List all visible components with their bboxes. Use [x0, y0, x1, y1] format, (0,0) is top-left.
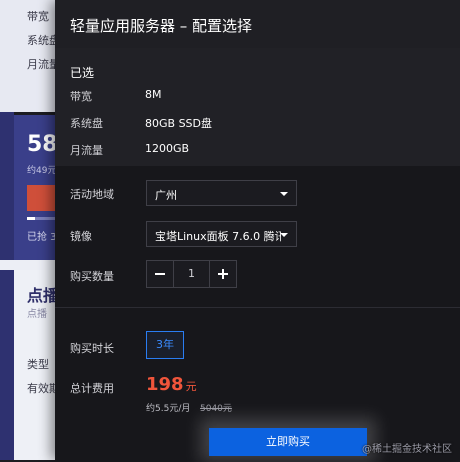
- chevron-down-icon: [280, 233, 288, 237]
- quantity-input[interactable]: 1: [173, 261, 210, 287]
- background-offer-price: 58: [27, 132, 58, 157]
- minus-icon[interactable]: [147, 261, 174, 287]
- monthly-price: 约5.5元/月: [146, 404, 191, 414]
- buy-now-button[interactable]: 立即购买: [209, 428, 367, 456]
- dialog-header: 轻量应用服务器 – 配置选择: [55, 0, 460, 48]
- dialog-title: 轻量应用服务器 – 配置选择: [70, 17, 253, 35]
- chevron-down-icon: [280, 192, 288, 196]
- spec-disk-value: 80GB SSD盘: [145, 117, 212, 130]
- watermark: @稀土掘金技术社区: [362, 444, 452, 455]
- image-label: 镜像: [70, 230, 92, 243]
- spec-bandwidth-label: 带宽: [70, 90, 92, 103]
- original-price: 5040元: [200, 404, 232, 414]
- selected-heading: 已选: [70, 66, 95, 80]
- spec-disk-label: 系统盘: [70, 117, 103, 130]
- image-select-value: 宝塔Linux面板 7.6.0 腾讯云专享版: [155, 230, 281, 243]
- total-price-amount: 198: [146, 374, 184, 395]
- config-dialog: 轻量应用服务器 – 配置选择 已选 带宽 8M 系统盘 80GB SSD盘 月流…: [55, 0, 460, 462]
- background-offer-subprice: 约49元: [27, 166, 57, 176]
- quantity-stepper: 1: [146, 260, 237, 288]
- region-label: 活动地域: [70, 188, 114, 201]
- selected-config-section: [55, 48, 460, 166]
- spec-traffic-value: 1200GB: [145, 142, 190, 155]
- duration-label: 购买时长: [70, 342, 114, 355]
- quantity-label: 购买数量: [70, 270, 114, 283]
- section-divider: [55, 307, 460, 308]
- region-select-value: 广州: [155, 189, 177, 202]
- background-vod-subtitle: 点播: [27, 309, 47, 320]
- background-sold-text: 已抢 3: [27, 232, 57, 243]
- total-price: 198 元: [146, 374, 197, 395]
- region-select[interactable]: 广州: [146, 180, 297, 206]
- spec-bandwidth-value: 8M: [145, 88, 162, 101]
- plus-icon[interactable]: [209, 261, 236, 287]
- background-spec-label: 带宽: [27, 10, 49, 23]
- total-label: 总计费用: [70, 382, 114, 395]
- image-select[interactable]: 宝塔Linux面板 7.6.0 腾讯云专享版: [146, 221, 297, 247]
- total-price-unit: 元: [185, 380, 197, 393]
- spec-traffic-label: 月流量: [70, 144, 103, 157]
- background-vod-type-label: 类型: [27, 358, 49, 371]
- duration-option-3-years[interactable]: 3年: [146, 331, 184, 359]
